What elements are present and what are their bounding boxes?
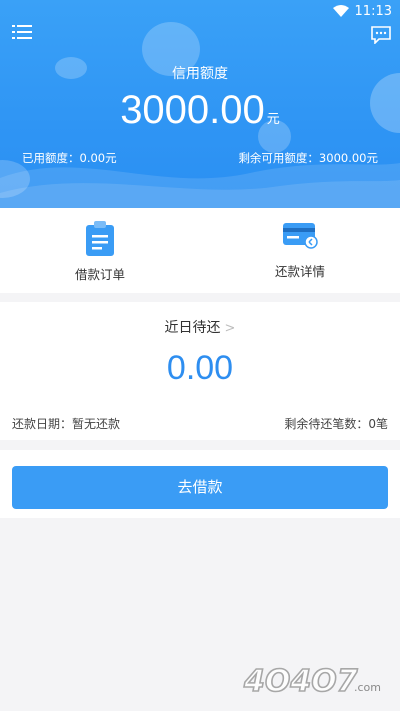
loan-orders-button[interactable]: 借款订单	[0, 208, 200, 293]
borrow-button[interactable]: 去借款	[12, 466, 388, 509]
used-credit: 已用额度：0.00元	[22, 151, 117, 165]
upcoming-repayment-amount: 0.00	[166, 349, 234, 387]
remaining-repayment-count: 剩余待还笔数：0笔	[284, 417, 388, 431]
header-banner: 11:13 信用额度 3000.00 元 已用额度：0.00元 剩余可用额度：30…	[0, 0, 400, 208]
svg-text:.com: .com	[354, 681, 381, 694]
credit-title: 信用额度	[172, 66, 228, 82]
repayment-details-label: 还款详情	[274, 264, 325, 279]
chevron-right-icon: >	[224, 321, 236, 336]
upcoming-repayment-label: 近日待还	[164, 320, 221, 336]
menu-icon[interactable]	[12, 24, 32, 40]
wave-decoration	[0, 163, 400, 208]
quick-actions: 借款订单 还款详情	[0, 208, 400, 293]
credit-amount-value: 3000.00	[120, 88, 265, 132]
clipboard-icon	[86, 221, 114, 256]
wifi-icon	[332, 5, 349, 17]
status-bar: 11:13	[0, 0, 400, 22]
upcoming-repayment-card[interactable]: 近日待还 > 0.00 还款日期：暂无还款 剩余待还笔数：0笔	[0, 302, 400, 440]
card-icon	[283, 223, 318, 249]
status-time: 11:13	[354, 3, 392, 19]
app-screen: 11:13 信用额度 3000.00 元 已用额度：0.00元 剩余可用额度：30…	[0, 0, 400, 711]
upcoming-repayment-title[interactable]: 近日待还 >	[0, 317, 400, 337]
svg-text:4O4O7: 4O4O7	[243, 664, 358, 699]
repayment-date: 还款日期：暂无还款	[12, 417, 121, 431]
credit-amount-unit: 元	[266, 112, 280, 127]
site-watermark: 4O4O7 .com	[242, 663, 381, 700]
remaining-credit: 剩余可用额度：3000.00元	[238, 151, 378, 165]
repayment-details-button[interactable]: 还款详情	[200, 208, 400, 293]
credit-amount: 3000.00 元	[0, 88, 400, 133]
borrow-section: 去借款	[0, 450, 400, 518]
loan-orders-label: 借款订单	[74, 267, 125, 282]
message-icon[interactable]	[371, 26, 391, 44]
